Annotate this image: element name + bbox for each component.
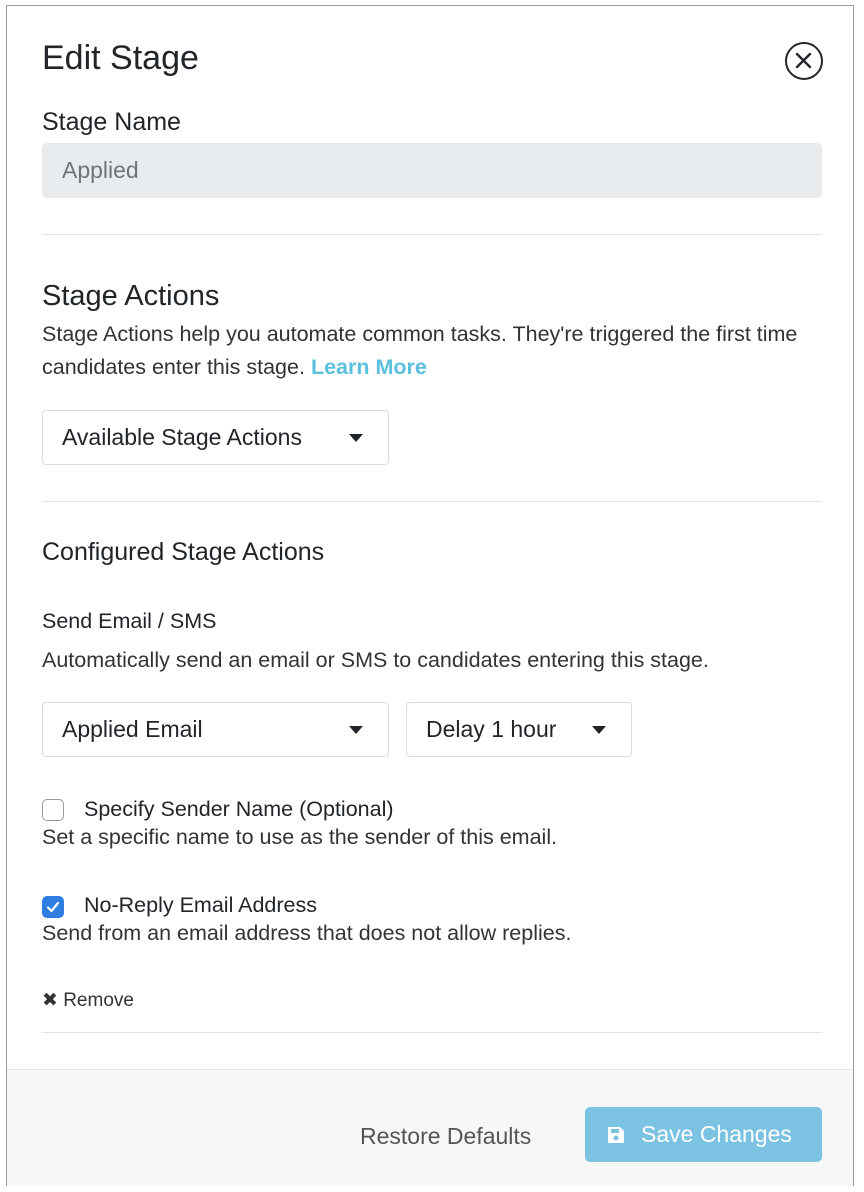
no-reply-help: Send from an email address that does not…: [42, 921, 572, 945]
restore-defaults-button[interactable]: Restore Defaults: [360, 1123, 531, 1150]
divider: [42, 501, 822, 502]
stage-name-label: Stage Name: [42, 108, 181, 136]
divider: [42, 234, 822, 235]
save-changes-label: Save Changes: [641, 1121, 792, 1147]
close-button[interactable]: [785, 42, 823, 80]
chevron-down-icon: [592, 726, 606, 734]
available-stage-actions-dropdown[interactable]: Available Stage Actions: [42, 410, 389, 465]
configured-stage-actions-heading: Configured Stage Actions: [42, 538, 325, 566]
send-email-sms-description: Automatically send an email or SMS to ca…: [42, 648, 709, 672]
sender-name-help: Set a specific name to use as the sender…: [42, 825, 558, 849]
no-reply-label: No-Reply Email Address: [84, 893, 318, 917]
stage-actions-description: Stage Actions help you automate common t…: [42, 318, 832, 384]
save-changes-button[interactable]: Save Changes: [585, 1107, 822, 1162]
sender-name-label: Specify Sender Name (Optional): [84, 797, 394, 821]
sender-name-checkbox[interactable]: [42, 799, 64, 821]
email-template-select[interactable]: Applied Email: [42, 702, 389, 757]
edit-stage-modal: Edit Stage Stage Name Applied Stage Acti…: [6, 5, 854, 1186]
email-template-value: Applied Email: [62, 716, 203, 742]
modal-title: Edit Stage: [42, 39, 199, 77]
available-stage-actions-label: Available Stage Actions: [62, 424, 302, 450]
floppy-disk-icon: [608, 1127, 624, 1143]
checkmark-icon: [46, 901, 60, 913]
stage-actions-heading: Stage Actions: [42, 280, 220, 312]
close-icon: ✖: [42, 990, 58, 1011]
divider: [42, 1032, 822, 1033]
chevron-down-icon: [349, 726, 363, 734]
remove-label: Remove: [63, 990, 134, 1011]
delay-value: Delay 1 hour: [426, 716, 557, 742]
modal-footer: Restore Defaults Save Changes: [7, 1069, 853, 1186]
stage-name-input[interactable]: Applied: [42, 143, 822, 198]
remove-action-button[interactable]: ✖ Remove: [42, 989, 134, 1012]
learn-more-link[interactable]: Learn More: [311, 355, 427, 379]
no-reply-checkbox[interactable]: [42, 896, 64, 918]
chevron-down-icon: [349, 434, 363, 442]
send-email-sms-title: Send Email / SMS: [42, 609, 217, 633]
delay-select[interactable]: Delay 1 hour: [406, 702, 632, 757]
close-icon: [795, 52, 812, 69]
